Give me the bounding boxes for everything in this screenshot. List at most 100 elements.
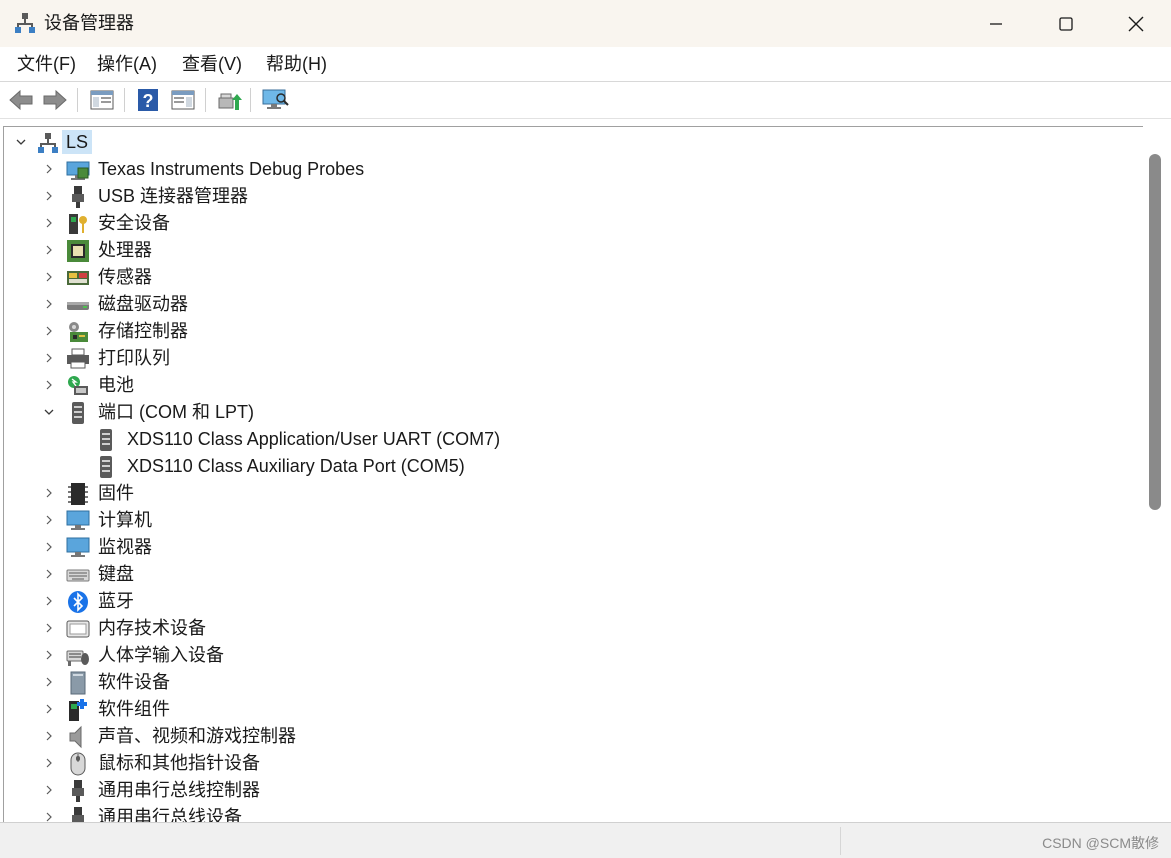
menu-file[interactable]: 文件(F) xyxy=(13,52,80,76)
tree-category-label: 传感器 xyxy=(98,267,152,287)
processor-icon xyxy=(66,239,90,263)
show-hide-console-tree-button[interactable] xyxy=(88,87,116,113)
forward-button[interactable] xyxy=(41,87,69,113)
port-icon xyxy=(94,455,118,479)
chevron-right-icon[interactable] xyxy=(42,756,56,770)
tree-category[interactable]: 端口 (COM 和 LPT) xyxy=(4,399,1134,426)
chevron-right-icon[interactable] xyxy=(42,783,56,797)
chevron-down-icon[interactable] xyxy=(14,135,28,149)
menu-view[interactable]: 查看(V) xyxy=(178,52,246,76)
tree-category[interactable]: 软件组件 xyxy=(4,696,1134,723)
chevron-right-icon[interactable] xyxy=(42,513,56,527)
minimize-button[interactable] xyxy=(961,0,1031,47)
menu-help[interactable]: 帮助(H) xyxy=(262,52,331,76)
back-button[interactable] xyxy=(7,87,35,113)
chevron-right-icon[interactable] xyxy=(42,189,56,203)
chevron-down-icon[interactable] xyxy=(42,405,56,419)
tree-category-label: 监视器 xyxy=(98,537,152,557)
tree-category-label: 通用串行总线设备 xyxy=(98,807,242,823)
tree-category[interactable]: 通用串行总线设备 xyxy=(4,804,1134,823)
software-component-icon xyxy=(66,698,90,722)
properties-button[interactable] xyxy=(169,87,197,113)
tree-category[interactable]: 电池 xyxy=(4,372,1134,399)
tree-category[interactable]: 蓝牙 xyxy=(4,588,1134,615)
tree-category-label: 电池 xyxy=(98,375,134,395)
bluetooth-icon xyxy=(66,590,90,614)
toolbar: ? xyxy=(0,82,1171,119)
chevron-right-icon[interactable] xyxy=(42,621,56,635)
chevron-right-icon[interactable] xyxy=(42,540,56,554)
usb-connector-icon xyxy=(66,185,90,209)
update-driver-button[interactable] xyxy=(215,87,243,113)
status-separator xyxy=(840,827,841,855)
chevron-right-icon[interactable] xyxy=(42,567,56,581)
chevron-right-icon[interactable] xyxy=(42,648,56,662)
chevron-right-icon[interactable] xyxy=(42,729,56,743)
chevron-right-icon[interactable] xyxy=(42,324,56,338)
speaker-icon xyxy=(66,725,90,749)
tree-category[interactable]: 软件设备 xyxy=(4,669,1134,696)
close-icon xyxy=(1128,16,1144,31)
close-button[interactable] xyxy=(1101,0,1171,47)
scrollbar-thumb[interactable] xyxy=(1149,154,1161,510)
tree-category[interactable]: 内存技术设备 xyxy=(4,615,1134,642)
tree-category[interactable]: 存储控制器 xyxy=(4,318,1134,345)
tree-category[interactable]: 打印队列 xyxy=(4,345,1134,372)
maximize-button[interactable] xyxy=(1031,0,1101,47)
chevron-right-icon[interactable] xyxy=(42,270,56,284)
chevron-right-icon[interactable] xyxy=(42,216,56,230)
status-bar: CSDN @SCM散修 xyxy=(0,822,1171,858)
tree-device[interactable]: XDS110 Class Application/User UART (COM7… xyxy=(4,426,1134,453)
tree-category[interactable]: 人体学输入设备 xyxy=(4,642,1134,669)
tree-category-label: 蓝牙 xyxy=(98,591,134,611)
mouse-icon xyxy=(66,752,90,776)
tree-category-label: 软件组件 xyxy=(98,699,170,719)
chevron-right-icon[interactable] xyxy=(42,486,56,500)
maximize-icon xyxy=(1059,16,1073,31)
disk-drive-icon xyxy=(66,293,90,317)
tree-device[interactable]: XDS110 Class Auxiliary Data Port (COM5) xyxy=(4,453,1134,480)
tree-category[interactable]: 鼠标和其他指针设备 xyxy=(4,750,1134,777)
tree-category[interactable]: 处理器 xyxy=(4,237,1134,264)
chevron-right-icon[interactable] xyxy=(42,594,56,608)
usb-device-icon xyxy=(66,806,90,823)
tree-root-label: LS xyxy=(62,130,93,154)
tree-category[interactable]: 键盘 xyxy=(4,561,1134,588)
tree-root[interactable]: LS xyxy=(4,129,1134,156)
hid-icon xyxy=(66,644,90,668)
chevron-right-icon[interactable] xyxy=(42,702,56,716)
chevron-right-icon[interactable] xyxy=(42,297,56,311)
window-title: 设备管理器 xyxy=(44,13,134,33)
tree-category[interactable]: 通用串行总线控制器 xyxy=(4,777,1134,804)
tree-category[interactable]: USB 连接器管理器 xyxy=(4,183,1134,210)
properties-icon xyxy=(171,90,195,110)
computer-tree-root-icon xyxy=(36,131,60,155)
chevron-right-icon[interactable] xyxy=(42,378,56,392)
tree-category-label: 安全设备 xyxy=(98,213,170,233)
tree-category-label: 人体学输入设备 xyxy=(98,645,224,665)
tree-category[interactable]: 安全设备 xyxy=(4,210,1134,237)
tree-category[interactable]: 声音、视频和游戏控制器 xyxy=(4,723,1134,750)
show-hide-console-tree-icon xyxy=(90,90,114,110)
tree-category[interactable]: 磁盘驱动器 xyxy=(4,291,1134,318)
chevron-right-icon[interactable] xyxy=(42,351,56,365)
menu-action[interactable]: 操作(A) xyxy=(93,52,161,76)
firmware-icon xyxy=(66,482,90,506)
tree-category[interactable]: 固件 xyxy=(4,480,1134,507)
keyboard-icon xyxy=(66,563,90,587)
debug-probe-icon xyxy=(66,158,90,182)
vertical-scrollbar[interactable] xyxy=(1143,126,1171,822)
help-button[interactable]: ? xyxy=(134,87,162,113)
scan-hardware-button[interactable] xyxy=(261,87,289,113)
tree-category[interactable]: 计算机 xyxy=(4,507,1134,534)
chevron-right-icon[interactable] xyxy=(42,162,56,176)
help-icon: ? xyxy=(138,89,158,111)
tree-category[interactable]: 监视器 xyxy=(4,534,1134,561)
tree-category[interactable]: Texas Instruments Debug Probes xyxy=(4,156,1134,183)
chevron-right-icon[interactable] xyxy=(42,243,56,257)
toolbar-separator xyxy=(250,88,251,112)
tree-category[interactable]: 传感器 xyxy=(4,264,1134,291)
chevron-right-icon[interactable] xyxy=(42,675,56,689)
title-bar: 设备管理器 xyxy=(0,0,1171,47)
battery-icon xyxy=(66,374,90,398)
